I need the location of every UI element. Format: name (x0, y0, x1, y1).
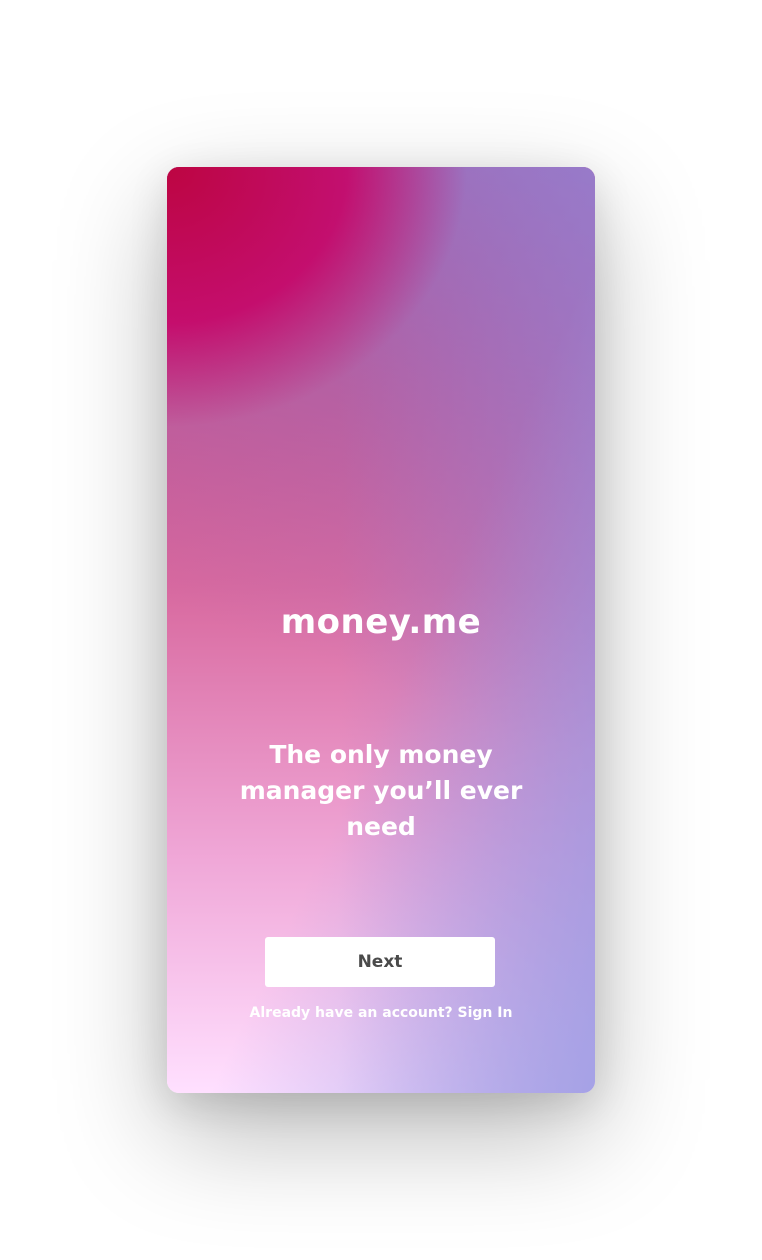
signin-prompt: Already have an account? Sign In (167, 1003, 595, 1023)
tagline: The only money manager you’ll ever need (239, 740, 523, 841)
onboarding-screen: money.me The only money manager you’ll e… (167, 167, 595, 1093)
phone-screen: money.me The only money manager you’ll e… (167, 167, 595, 1093)
page-canvas: money.me The only money manager you’ll e… (0, 0, 762, 1260)
account-prompt-text: Already have an account? (249, 1005, 453, 1021)
next-button[interactable]: Next (265, 937, 495, 987)
brand-logo-text: money.me (280, 602, 482, 642)
sign-in-link[interactable]: Sign In (458, 1005, 513, 1021)
